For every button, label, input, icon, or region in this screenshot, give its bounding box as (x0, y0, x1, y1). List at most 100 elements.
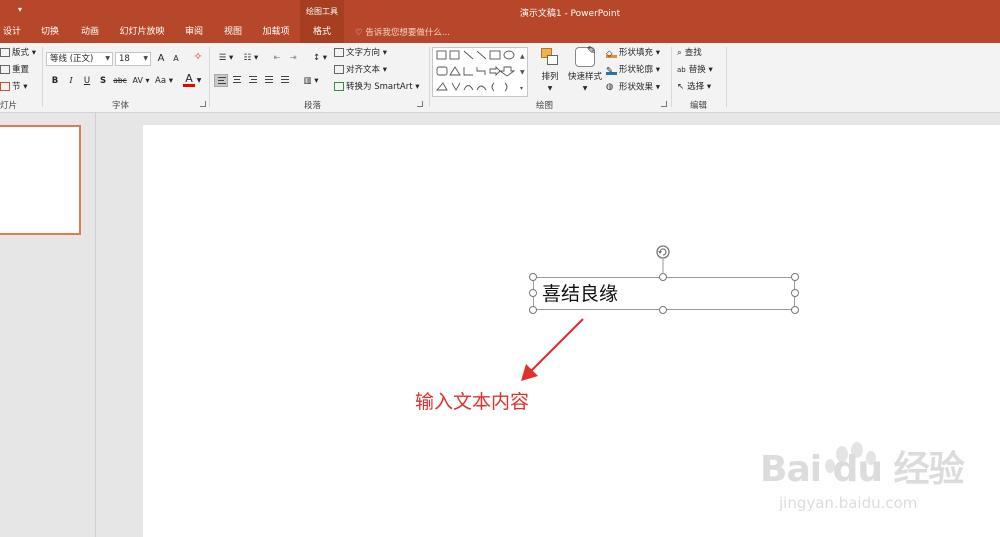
select-button[interactable]: ↖ 选择 ▾ (677, 81, 711, 93)
chevron-down-icon: ▼ (582, 85, 588, 92)
change-case-button[interactable]: Aa ▾ (153, 75, 175, 87)
ribbon: 版式 ▾ 重置 节 ▾ 灯片 等线 (正文) ▼ 18 ▼ A A ✧ B I U … (0, 43, 1000, 113)
section-icon (0, 82, 10, 91)
separator (42, 47, 43, 107)
bullets-button[interactable]: ☰ ▾ (214, 52, 238, 64)
shape-effects-button[interactable]: ◍ 形状效果 ▾ (606, 81, 660, 94)
font-name-combo[interactable]: 等线 (正文) ▼ (46, 52, 113, 66)
search-icon: ⌕ (677, 48, 682, 58)
align-text-button[interactable]: 对齐文本 ▾ (334, 64, 387, 76)
resize-handle-bottom[interactable] (659, 306, 667, 314)
section-button[interactable]: 节 ▾ (0, 81, 27, 93)
chevron-down-icon[interactable]: ▼ (196, 75, 202, 87)
shape-fill-button[interactable]: ◇ 形状填充 ▾ (606, 47, 660, 59)
text-shadow-button[interactable]: S (98, 75, 108, 87)
bullet-list-icon: ☰ (218, 53, 227, 63)
separator (429, 47, 430, 107)
line-spacing-icon: ↕ (312, 53, 321, 63)
align-left-button[interactable] (214, 74, 228, 87)
text-direction-button[interactable]: 文字方向 ▾ (334, 47, 387, 59)
numbering-button[interactable]: ☷ ▾ (239, 52, 263, 64)
shape-outline-button[interactable]: ✎ 形状轮廓 ▾ (606, 64, 660, 76)
resize-handle-left[interactable] (529, 289, 537, 297)
align-right-button[interactable] (246, 74, 260, 87)
resize-handle-bottom-left[interactable] (529, 306, 537, 314)
font-size-combo[interactable]: 18 ▼ (115, 52, 151, 66)
reset-icon (0, 65, 10, 74)
tab-review[interactable]: 审阅 (180, 24, 208, 43)
tab-view[interactable]: 视图 (219, 24, 247, 43)
line-spacing-button[interactable]: ↕ ▾ (310, 52, 330, 64)
chevron-down-icon: ▼ (143, 55, 148, 62)
text-direction-icon (334, 48, 344, 57)
paint-bucket-icon: ◇ (606, 48, 617, 59)
layout-button[interactable]: 版式 ▾ (0, 47, 36, 59)
quick-styles-button[interactable]: ✎ 快速样式 ▼ (566, 45, 604, 95)
slide-thumbnail-1[interactable] (0, 125, 81, 235)
cursor-arrow-icon: ↖ (677, 82, 685, 92)
arrange-button[interactable]: 排列 ▼ (538, 47, 562, 95)
drawing-dialog-launcher[interactable] (661, 101, 667, 107)
convert-smartart-button[interactable]: 转换为 SmartArt ▾ (334, 81, 420, 93)
tell-me-box[interactable]: ♡ 告诉我您想要做什么... (355, 26, 450, 40)
svg-text:▾: ▾ (520, 85, 523, 92)
annotation-arrow-icon (521, 318, 584, 381)
font-color-button[interactable]: A (183, 73, 195, 87)
paragraph-dialog-launcher[interactable] (417, 101, 423, 107)
tab-addins[interactable]: 加载项 (258, 24, 294, 43)
quick-styles-icon: ✎ (575, 45, 596, 67)
character-spacing-button[interactable]: AV ▾ (130, 75, 152, 87)
columns-button[interactable]: ▥ ▾ (300, 75, 322, 87)
grow-font-button[interactable]: A (155, 53, 167, 65)
distributed-button[interactable] (278, 74, 292, 87)
tab-animations[interactable]: 动画 (76, 24, 104, 43)
strikethrough-button[interactable]: abc (112, 75, 128, 87)
text-box-content[interactable]: 喜结良缘 (542, 281, 618, 307)
replace-button[interactable]: ab 替换 ▾ (677, 64, 713, 76)
resize-handle-bottom-right[interactable] (791, 306, 799, 314)
bold-button[interactable]: B (50, 75, 60, 87)
layout-icon (0, 48, 10, 57)
resize-handle-top-right[interactable] (791, 273, 799, 281)
align-text-icon (334, 65, 344, 74)
separator (726, 47, 727, 107)
find-button[interactable]: ⌕ 查找 (677, 47, 702, 59)
slides-group-label: 灯片 (0, 101, 18, 111)
separator (209, 47, 210, 107)
smartart-icon (334, 82, 344, 91)
title-bar: ▾ 绘图工具 演示文稿1 - PowerPoint (0, 0, 1000, 24)
annotation-text: 输入文本内容 (415, 391, 530, 413)
columns-icon: ▥ (303, 76, 312, 86)
increase-indent-icon[interactable]: ⇥ (286, 52, 300, 64)
effects-icon: ◍ (606, 82, 614, 92)
svg-text:▼: ▼ (520, 69, 525, 76)
slide-thumbnail-pane[interactable] (0, 113, 96, 537)
font-dialog-launcher[interactable] (200, 101, 206, 107)
underline-button[interactable]: U (82, 75, 92, 87)
watermark-url: jingyan.baidu.com (779, 494, 918, 512)
resize-handle-right[interactable] (791, 289, 799, 297)
tab-transitions[interactable]: 切换 (36, 24, 64, 43)
numbered-list-icon: ☷ (243, 53, 252, 63)
decrease-indent-icon[interactable]: ⇤ (270, 52, 284, 64)
tab-slideshow[interactable]: 幻灯片放映 (116, 24, 168, 43)
reset-button[interactable]: 重置 (0, 64, 29, 76)
ribbon-tab-bar: 设计 切换 动画 幻灯片放映 审阅 视图 加载项 格式 ♡ 告诉我您想要做什么.… (0, 24, 1000, 43)
resize-handle-top-left[interactable] (529, 273, 537, 281)
clear-format-icon[interactable]: ✧ (191, 51, 205, 63)
separator (671, 47, 672, 107)
justify-button[interactable] (262, 74, 276, 87)
tab-design[interactable]: 设计 (0, 24, 24, 43)
drawing-group-label: 绘图 (536, 101, 554, 111)
arrange-icon (540, 47, 560, 67)
shrink-font-button[interactable]: A (170, 53, 182, 65)
chevron-down-icon: ▼ (547, 85, 553, 92)
align-center-button[interactable] (230, 74, 244, 87)
tab-format[interactable]: 格式 (300, 24, 344, 43)
shape-gallery[interactable]: ▲ ▼ ▾ (432, 47, 528, 97)
replace-icon: ab (677, 66, 686, 74)
document-title: 演示文稿1 - PowerPoint (519, 9, 621, 19)
shapes-icon: ▲ ▼ ▾ (436, 50, 525, 92)
italic-button[interactable]: I (66, 75, 76, 87)
rotate-handle-icon[interactable] (655, 243, 675, 275)
